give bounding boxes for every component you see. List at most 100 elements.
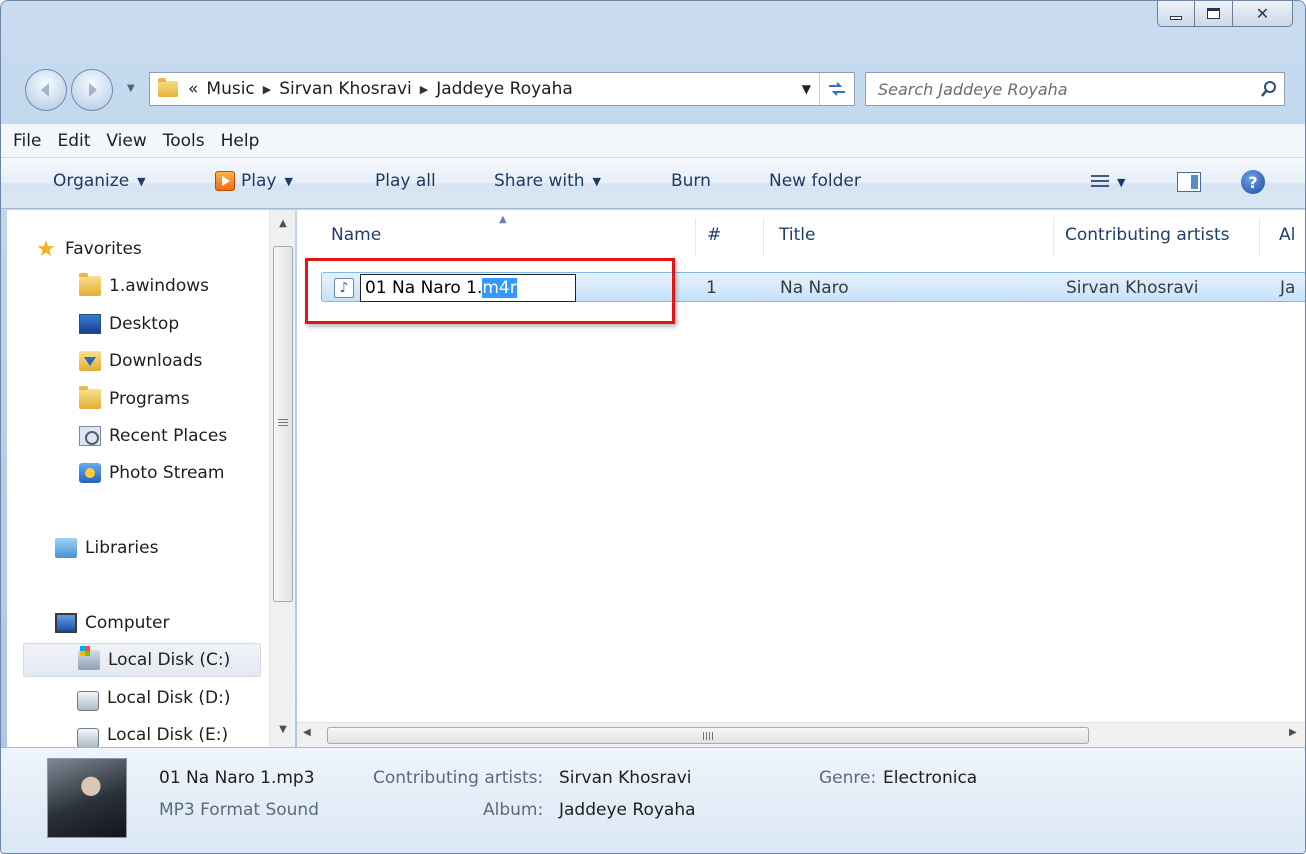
close-icon: ✕: [1255, 4, 1270, 23]
nav-item-recent-places[interactable]: Recent Places: [79, 419, 227, 453]
nav-item-label: 1.awindows: [109, 276, 209, 296]
desktop-icon: [79, 314, 101, 334]
column-name[interactable]: Name: [331, 225, 381, 245]
nav-item-label: Libraries: [85, 538, 159, 558]
nav-item-local-disk-c[interactable]: Local Disk (C:): [23, 643, 261, 677]
photo-stream-icon: [79, 463, 101, 483]
scroll-up-arrow-icon[interactable]: ▲: [270, 218, 295, 229]
menu-file[interactable]: File: [5, 131, 49, 151]
nav-item-photo-stream[interactable]: Photo Stream: [79, 456, 224, 490]
maximize-icon: [1207, 8, 1220, 19]
nav-item-libraries[interactable]: Libraries: [55, 531, 158, 565]
column-contributing-artists[interactable]: Contributing artists: [1065, 225, 1230, 245]
share-with-button[interactable]: Share with ▼: [494, 171, 601, 191]
column-title[interactable]: Title: [779, 225, 815, 245]
details-genre-value[interactable]: Electronica: [883, 768, 977, 788]
menu-view[interactable]: View: [98, 131, 154, 151]
navigation-pane: ★ Favorites 1.awindows Desktop Downloads…: [7, 210, 295, 747]
nav-item-downloads[interactable]: Downloads: [79, 344, 202, 378]
downloads-icon: [79, 351, 101, 371]
column-number[interactable]: #: [707, 225, 721, 245]
history-dropdown-icon[interactable]: ▼: [127, 83, 135, 94]
breadcrumb-jaddeye-royaha[interactable]: Jaddeye Royaha: [432, 79, 577, 99]
nav-pane-scrollbar[interactable]: ▲ ▼: [269, 210, 295, 747]
caption-buttons: ✕: [1157, 1, 1293, 27]
breadcrumb-overflow[interactable]: «: [184, 79, 202, 99]
column-divider[interactable]: [763, 218, 764, 256]
address-dropdown-icon[interactable]: ▼: [794, 73, 820, 105]
column-divider[interactable]: [695, 218, 696, 256]
details-file-type: MP3 Format Sound: [159, 800, 319, 820]
refresh-button[interactable]: [820, 73, 854, 105]
scroll-down-arrow-icon[interactable]: ▼: [270, 724, 295, 735]
nav-item-label: Recent Places: [109, 426, 228, 446]
burn-button[interactable]: Burn: [671, 171, 711, 191]
grip-icon: [703, 732, 713, 740]
file-list: ▲ Name # Title Contributing artists Al ♪…: [297, 210, 1305, 747]
nav-item-label: Downloads: [109, 351, 203, 371]
forward-button[interactable]: [71, 69, 113, 111]
nav-scroll-thumb[interactable]: [273, 246, 293, 602]
folder-icon: [158, 78, 178, 97]
address-bar[interactable]: « Music ▶ Sirvan Khosravi ▶ Jaddeye Roya…: [149, 72, 855, 106]
close-button[interactable]: ✕: [1233, 1, 1293, 27]
breadcrumb-sirvan-khosravi[interactable]: Sirvan Khosravi: [275, 79, 416, 99]
scroll-right-arrow-icon[interactable]: ▶: [1289, 727, 1297, 738]
cell-title: Na Naro: [780, 278, 849, 298]
play-button[interactable]: Play ▼: [215, 171, 293, 191]
column-album[interactable]: Al: [1279, 225, 1295, 245]
annotation-highlight-box: [305, 258, 675, 324]
minimize-button[interactable]: [1157, 1, 1195, 27]
maximize-button[interactable]: [1195, 1, 1233, 27]
nav-item-local-disk-d[interactable]: Local Disk (D:): [77, 681, 230, 715]
folder-icon: [79, 273, 101, 296]
recent-places-icon: [79, 426, 101, 446]
nav-item-desktop[interactable]: Desktop: [79, 307, 179, 341]
breadcrumb-music[interactable]: Music: [202, 79, 258, 99]
search-input[interactable]: [878, 79, 1254, 99]
nav-item-label: Desktop: [109, 314, 180, 334]
drive-icon: [77, 691, 99, 711]
search-box[interactable]: [865, 72, 1285, 106]
horizontal-scroll-thumb[interactable]: [327, 727, 1089, 744]
column-divider[interactable]: [1259, 218, 1260, 256]
play-all-button[interactable]: Play all: [375, 171, 436, 191]
menu-edit[interactable]: Edit: [49, 131, 98, 151]
nav-item-1awindows[interactable]: 1.awindows: [79, 269, 209, 303]
column-header: ▲ Name # Title Contributing artists Al: [297, 210, 1305, 260]
help-button[interactable]: ?: [1241, 170, 1265, 194]
back-button[interactable]: [25, 69, 67, 111]
sort-ascending-icon: ▲: [499, 214, 507, 225]
menu-tools[interactable]: Tools: [155, 131, 213, 151]
nav-item-label: Local Disk (C:): [108, 650, 231, 670]
breadcrumb-separator-icon[interactable]: ▶: [259, 83, 275, 96]
play-icon: [215, 171, 235, 191]
details-contributing-artists-value[interactable]: Sirvan Khosravi: [559, 768, 692, 788]
search-icon[interactable]: [1254, 80, 1284, 98]
nav-item-label: Favorites: [65, 239, 142, 259]
refresh-icon: [829, 82, 845, 96]
details-album-value[interactable]: Jaddeye Royaha: [559, 800, 696, 820]
scroll-left-arrow-icon[interactable]: ◀: [303, 727, 311, 738]
new-folder-button[interactable]: New folder: [769, 171, 861, 191]
views-button[interactable]: ▼: [1091, 175, 1125, 189]
menu-help[interactable]: Help: [213, 131, 268, 151]
preview-pane-button[interactable]: [1177, 172, 1201, 192]
star-icon: ★: [36, 236, 56, 262]
breadcrumb-separator-icon[interactable]: ▶: [416, 83, 432, 96]
details-genre-label: Genre:: [819, 768, 877, 788]
nav-item-label: Local Disk (D:): [107, 688, 231, 708]
nav-item-favorites[interactable]: ★ Favorites: [35, 232, 142, 266]
play-label: Play: [241, 171, 277, 191]
column-divider[interactable]: [1053, 218, 1054, 256]
nav-item-programs[interactable]: Programs: [79, 382, 190, 416]
views-icon: [1091, 175, 1109, 189]
organize-dropdown-icon: ▼: [137, 174, 146, 188]
organize-button[interactable]: Organize ▼: [53, 171, 146, 191]
horizontal-scrollbar[interactable]: ◀ ▶: [297, 722, 1305, 747]
nav-item-local-disk-e[interactable]: Local Disk (E:): [77, 718, 228, 747]
help-icon: ?: [1241, 170, 1265, 194]
nav-item-label: Photo Stream: [109, 463, 225, 483]
share-with-label: Share with: [494, 171, 585, 191]
nav-item-computer[interactable]: Computer: [55, 606, 170, 640]
